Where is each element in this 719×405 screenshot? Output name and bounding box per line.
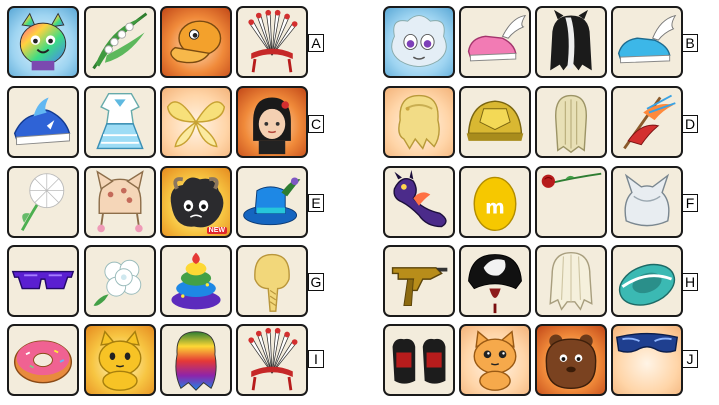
row-label-h: H — [682, 273, 698, 291]
feather-headdress-icon — [248, 9, 298, 73]
tile-golden-turtle-shell[interactable] — [459, 86, 531, 158]
row-label-a: A — [308, 34, 324, 52]
tile-girl-avatar[interactable] — [236, 86, 308, 158]
new-badge: NEW — [206, 227, 227, 234]
tile-blue-sneaker[interactable] — [7, 86, 79, 158]
fluffy-monster-avatar-icon — [391, 15, 447, 68]
tile-golden-gun[interactable] — [383, 245, 455, 317]
blonde-wavy-wig-icon — [398, 94, 440, 150]
rainbow-cat-avatar-icon — [19, 12, 67, 71]
tile-brown-bear-avatar[interactable] — [535, 324, 607, 396]
tile-white-flower[interactable] — [84, 245, 156, 317]
white-flower-icon — [93, 259, 142, 306]
tile-blonde-wavy-wig[interactable] — [383, 86, 455, 158]
tile-dandelion[interactable] — [7, 166, 79, 238]
golden-gun-icon — [391, 267, 448, 307]
tile-yellow-cat-avatar[interactable] — [84, 324, 156, 396]
tile-koi-flag[interactable] — [611, 86, 683, 158]
tile-winged-blue-shoe[interactable] — [611, 6, 683, 78]
golden-turtle-shell-icon — [466, 100, 524, 141]
tile-platinum-wig[interactable] — [535, 245, 607, 317]
tile-braided-blonde-wig[interactable] — [535, 86, 607, 158]
yellow-cat-avatar-icon — [98, 330, 142, 391]
row-label-i: I — [308, 350, 324, 368]
blue-dress-icon — [96, 92, 144, 150]
row-label-c: C — [308, 115, 324, 133]
tile-winged-pink-shoe[interactable] — [459, 6, 531, 78]
tile-blue-goggles[interactable] — [611, 324, 683, 396]
item-grid: A B C D NEW E m F G H I J — [0, 0, 719, 405]
tile-rainbow-wig[interactable] — [160, 324, 232, 396]
row-label-f: F — [682, 194, 698, 212]
winged-pink-shoe-icon — [467, 14, 527, 62]
cat-ear-hat-icon — [96, 170, 144, 233]
braided-blonde-wig-icon — [555, 94, 587, 154]
rainbow-poop-icon — [171, 252, 221, 310]
tile-purple-dragon[interactable] — [383, 166, 455, 238]
tile-blonde-braid-wig[interactable] — [236, 245, 308, 317]
row-label-d: D — [682, 115, 698, 133]
tile-peacock-top-hat[interactable] — [236, 166, 308, 238]
tile-golden-fairy-wings[interactable] — [160, 86, 232, 158]
yellow-egg-icon: m — [473, 176, 517, 232]
blue-goggles-icon — [615, 332, 679, 353]
tile-fluffy-monster-avatar[interactable] — [383, 6, 455, 78]
tile-cat-ear-hat[interactable] — [84, 166, 156, 238]
row-label-b: B — [682, 34, 698, 52]
tile-blue-dress[interactable] — [84, 86, 156, 158]
red-rose-icon — [541, 172, 602, 188]
black-sheep-avatar-icon — [170, 177, 224, 228]
koi-flag-icon — [623, 94, 676, 150]
tile-purple-sunglasses[interactable] — [7, 245, 79, 317]
girl-avatar-icon — [253, 97, 291, 155]
tile-white-fur-ears[interactable] — [611, 166, 683, 238]
tile-black-red-fur-boots[interactable] — [383, 324, 455, 396]
lily-of-the-valley-icon — [92, 12, 148, 70]
tile-yellow-egg[interactable]: m — [459, 166, 531, 238]
tile-black-white-wig[interactable] — [535, 6, 607, 78]
purple-dragon-icon — [393, 169, 447, 228]
tile-rainbow-cat-avatar[interactable] — [7, 6, 79, 78]
duck-mask-icon — [170, 20, 222, 64]
black-red-fur-boots-icon — [392, 338, 446, 384]
tile-lily-of-the-valley[interactable] — [84, 6, 156, 78]
svg-text:m: m — [485, 196, 505, 218]
tile-orange-kitten-avatar[interactable] — [459, 324, 531, 396]
tile-donut-float[interactable] — [7, 324, 79, 396]
tile-rainbow-poop[interactable] — [160, 245, 232, 317]
teal-hat-icon — [618, 263, 676, 306]
tile-red-rose[interactable] — [535, 166, 607, 238]
platinum-wig-icon — [549, 251, 593, 311]
winged-blue-shoe-icon — [617, 14, 677, 64]
tile-duck-mask[interactable] — [160, 6, 232, 78]
skull-hat-icon — [468, 254, 522, 314]
blonde-braid-wig-icon — [254, 253, 290, 312]
peacock-top-hat-icon — [243, 177, 301, 226]
brown-bear-avatar-icon — [545, 334, 597, 390]
tile-teal-hat[interactable] — [611, 245, 683, 317]
tile-black-sheep-avatar[interactable]: NEW — [160, 166, 232, 238]
row-label-g: G — [308, 273, 324, 291]
tile-feather-headdress-a[interactable] — [236, 6, 308, 78]
row-label-e: E — [308, 194, 324, 212]
donut-float-icon — [13, 340, 73, 384]
dandelion-icon — [20, 173, 65, 232]
white-fur-ears-icon — [624, 173, 670, 227]
black-white-wig-icon — [550, 9, 592, 71]
row-label-j: J — [682, 350, 698, 368]
orange-kitten-avatar-icon — [473, 330, 517, 391]
golden-fairy-wings-icon — [166, 101, 226, 148]
purple-sunglasses-icon — [11, 270, 75, 290]
tile-skull-hat[interactable] — [459, 245, 531, 317]
feather-headdress-icon — [248, 327, 298, 391]
blue-sneaker-icon — [13, 97, 71, 146]
tile-feather-headdress-i[interactable] — [236, 324, 308, 396]
rainbow-wig-icon — [175, 331, 217, 391]
